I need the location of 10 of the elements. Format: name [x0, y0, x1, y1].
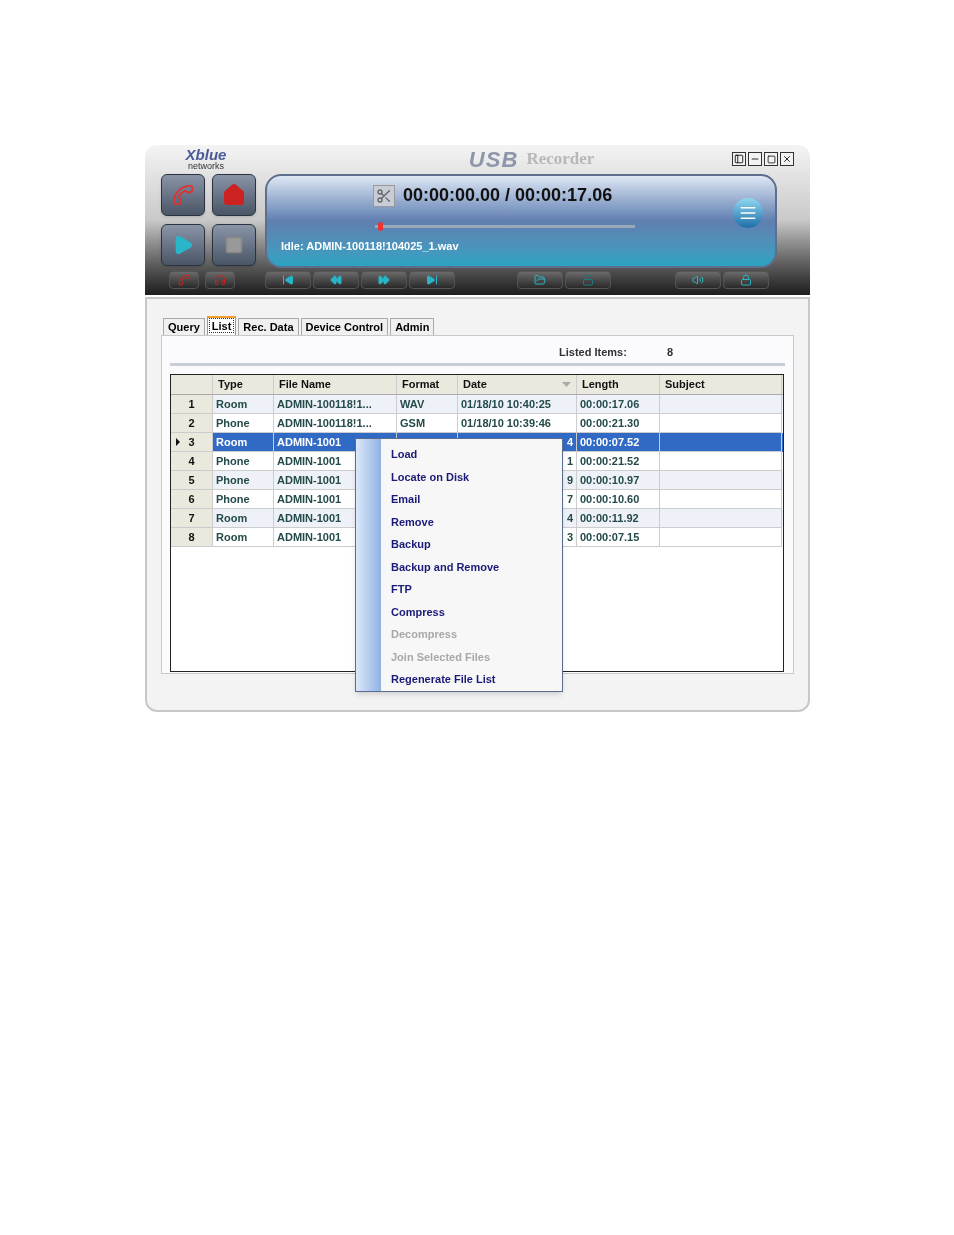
window-title: Recorder [526, 148, 595, 171]
logo-text: Xblue [185, 147, 227, 162]
status-text: Idle: ADMIN-100118!104025_1.wav [281, 239, 460, 254]
listed-items-count: 8 [666, 345, 673, 360]
table-cell: 00:00:07.15 [577, 528, 660, 547]
title-mark: USB [468, 145, 519, 174]
time-display: 00:00:00.00 / 00:00:17.06 [403, 184, 613, 207]
listed-items-label: Listed Items: [559, 345, 627, 360]
table-cell: Room [213, 528, 274, 547]
logo-subtext: networks [188, 162, 224, 171]
